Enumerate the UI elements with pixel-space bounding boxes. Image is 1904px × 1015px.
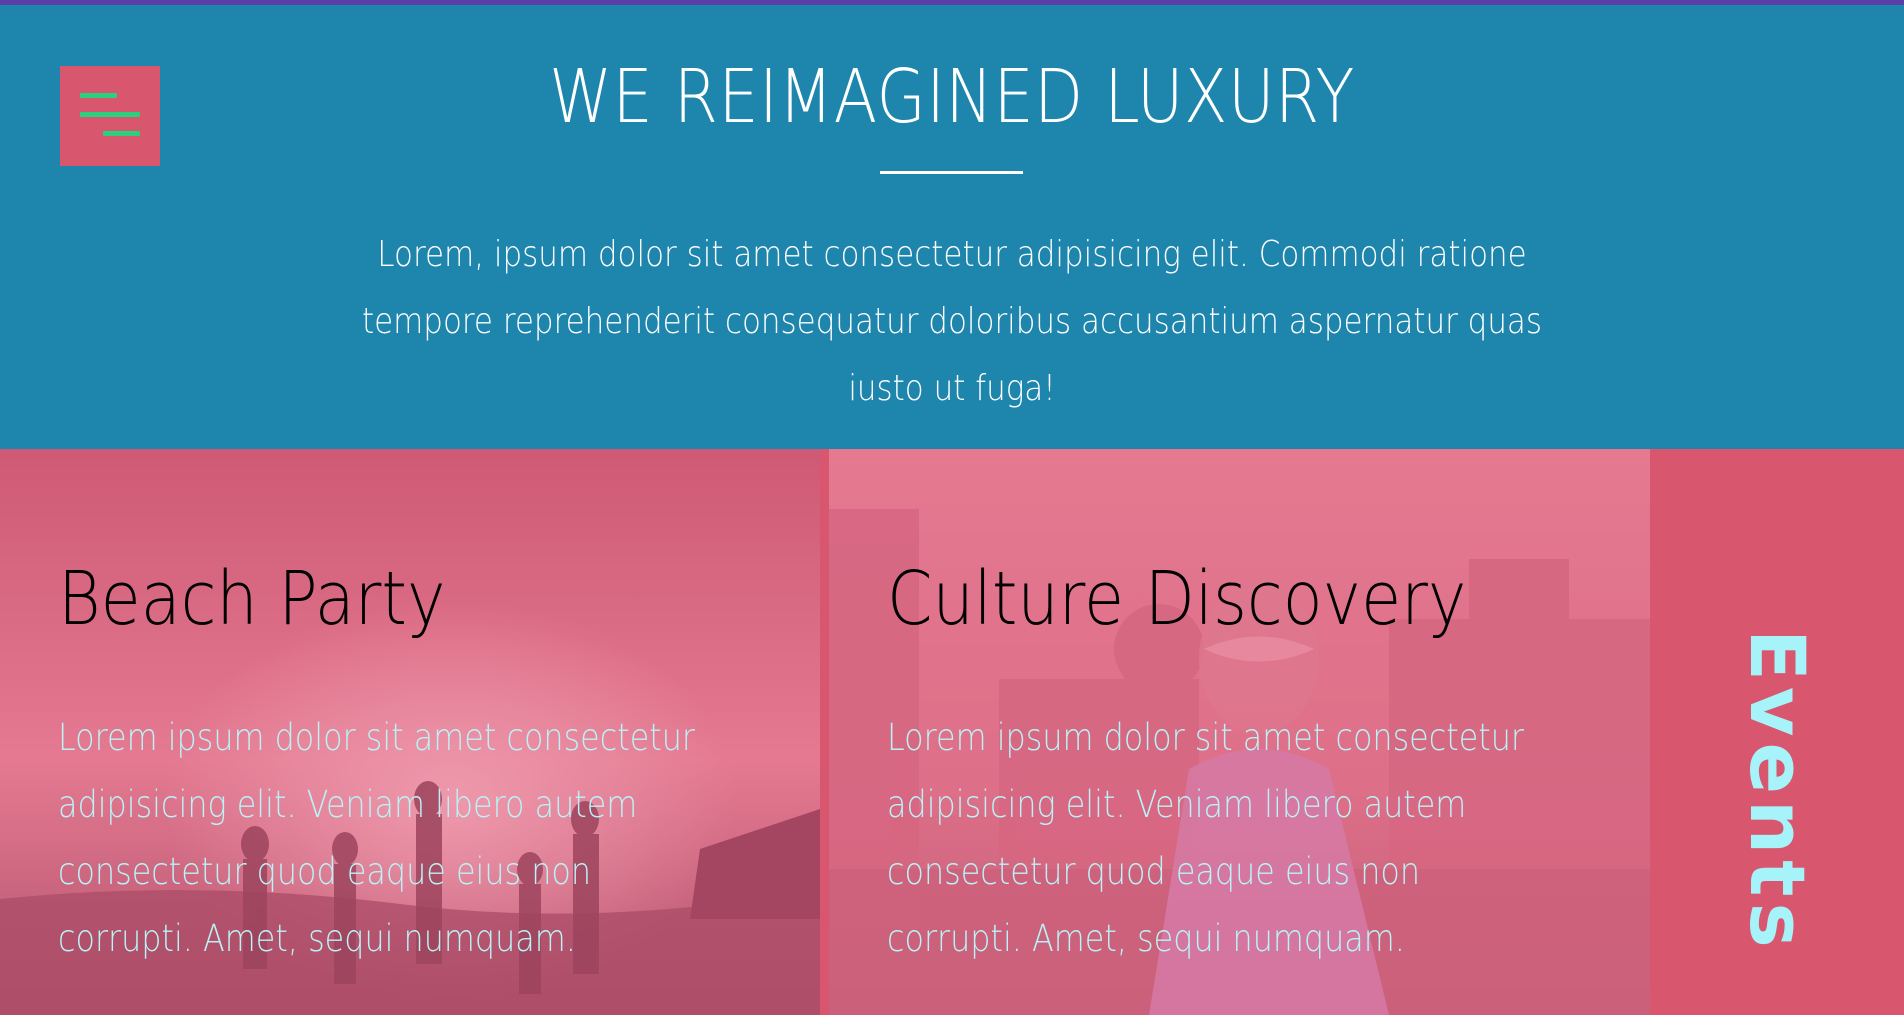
card-description: Lorem ipsum dolor sit amet consectetur a…: [887, 716, 1525, 960]
card-beach-party[interactable]: Beach Party Lorem ipsum dolor sit amet c…: [0, 449, 820, 1015]
menu-line-top: [80, 93, 117, 98]
menu-line-middle: [80, 112, 140, 117]
card-title: Culture Discovery: [887, 556, 1467, 642]
events-side-tab[interactable]: Events: [1650, 449, 1904, 1015]
card-title: Beach Party: [58, 556, 446, 642]
page: WE REIMAGINED LUXURY Lorem, ipsum dolor …: [0, 0, 1904, 1015]
hero-description: Lorem, ipsum dolor sit amet consectetur …: [361, 234, 1543, 409]
card-divider: [820, 449, 829, 1015]
event-cards-section: Beach Party Lorem ipsum dolor sit amet c…: [0, 449, 1904, 1015]
card-culture-discovery[interactable]: Culture Discovery Lorem ipsum dolor sit …: [829, 449, 1650, 1015]
title-divider: [880, 171, 1023, 174]
hero-section: WE REIMAGINED LUXURY Lorem, ipsum dolor …: [0, 5, 1904, 449]
events-tab-label: Events: [1733, 629, 1822, 954]
card-description: Lorem ipsum dolor sit amet consectetur a…: [58, 716, 696, 960]
page-title: WE REIMAGINED LUXURY: [549, 54, 1355, 140]
